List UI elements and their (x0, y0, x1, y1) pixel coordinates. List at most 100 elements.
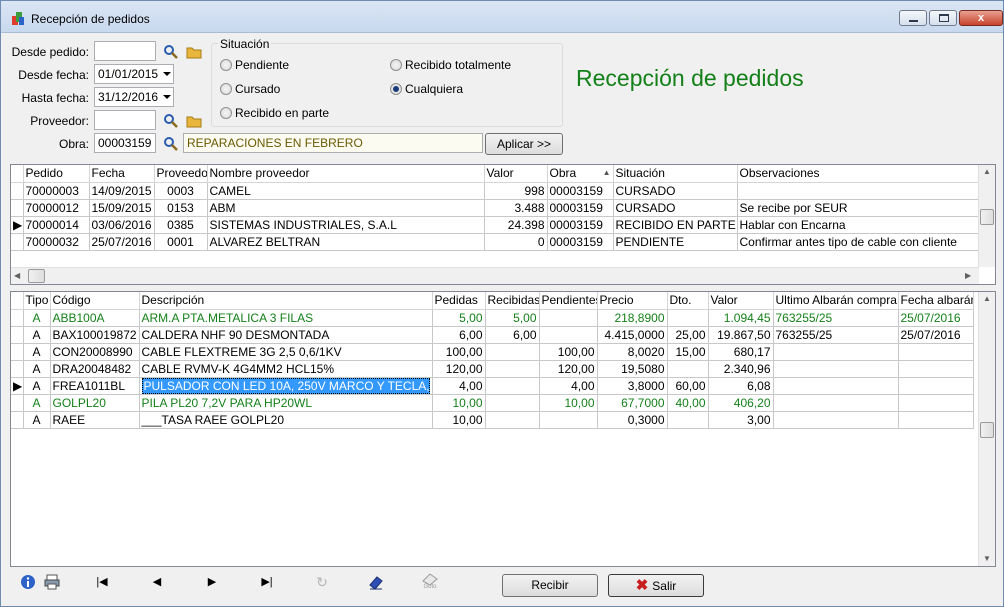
table-row[interactable]: A DRA20048482 CABLE RVMV-K 4G4MM2 HCL15%… (11, 360, 974, 378)
scroll-thumb[interactable] (980, 422, 994, 438)
lines-grid: Tipo Código Descripción Pedidas Recibida… (10, 291, 996, 567)
col-proveedor[interactable]: Proveedor (154, 165, 208, 183)
desde-pedido-input[interactable] (94, 41, 156, 61)
radio-recibido-parte[interactable]: Recibido en parte (220, 105, 329, 120)
search-icon[interactable] (163, 113, 179, 129)
radio-icon (390, 58, 402, 71)
goto-button[interactable]: Goto (420, 573, 440, 591)
hasta-fecha-label: Hasta fecha: (21, 91, 89, 105)
refresh-icon[interactable]: ↻ (313, 573, 331, 591)
desde-pedido-label: Desde pedido: (11, 45, 89, 59)
scroll-up-icon[interactable]: ▲ (983, 167, 991, 176)
radio-icon (220, 82, 232, 95)
obra-label: Obra: (58, 137, 89, 151)
folder-icon[interactable] (186, 44, 202, 60)
col-valor[interactable]: Valor (708, 292, 774, 310)
search-icon[interactable] (163, 44, 179, 60)
main-window: Recepción de pedidos x Desde pedido: Des… (0, 0, 1004, 607)
table-row[interactable]: 70000012 15/09/2015 0153 ABM 3.488 00003… (11, 199, 980, 217)
col-dto[interactable]: Dto. (667, 292, 709, 310)
col-obra[interactable]: Obra ▲ (547, 165, 614, 183)
selected-cell[interactable]: PULSADOR CON LED 10A, 250V MARCO Y TECLA… (139, 377, 433, 395)
title-bar: Recepción de pedidos x (1, 1, 1003, 33)
col-tipo[interactable]: Tipo (23, 292, 51, 310)
maximize-icon (939, 14, 949, 22)
scroll-right-icon[interactable]: ▶ (965, 271, 971, 280)
col-ultimo-albaran[interactable]: Ultimo Albarán compra (773, 292, 899, 310)
col-observaciones[interactable]: Observaciones (737, 165, 980, 183)
hasta-fecha-value: 31/12/2016 (98, 90, 159, 104)
col-codigo[interactable]: Código (50, 292, 140, 310)
minimize-button[interactable] (899, 10, 927, 26)
scroll-left-icon[interactable]: ◀ (14, 271, 20, 280)
radio-icon (220, 58, 232, 71)
radio-pendiente[interactable]: Pendiente (220, 57, 289, 72)
lines-vertical-scrollbar[interactable]: ▲ ▼ (978, 292, 995, 566)
proveedor-label: Proveedor: (30, 114, 89, 128)
eraser-icon[interactable] (367, 573, 385, 591)
radio-selected-icon (390, 82, 402, 95)
lines-table: Tipo Código Descripción Pedidas Recibida… (11, 292, 974, 429)
next-record-icon[interactable]: ▶ (203, 573, 221, 591)
orders-vertical-scrollbar[interactable]: ▲ (978, 165, 995, 267)
col-nombre-proveedor[interactable]: Nombre proveedor (207, 165, 485, 183)
col-situacion[interactable]: Situación (613, 165, 738, 183)
scroll-thumb[interactable] (28, 269, 45, 283)
col-recibidas[interactable]: Recibidas (485, 292, 540, 310)
search-icon[interactable] (163, 136, 179, 152)
obra-name-field: REPARACIONES EN FEBRERO (183, 133, 483, 153)
orders-table: Pedido Fecha Proveedor Nombre proveedor … (11, 165, 980, 251)
table-row-current[interactable]: ▶ A FREA1011BL PULSADOR CON LED 10A, 250… (11, 377, 974, 395)
table-row[interactable]: 70000032 25/07/2016 0001 ALVAREZ BELTRAN… (11, 233, 980, 251)
maximize-button[interactable] (929, 10, 957, 26)
proveedor-input[interactable] (94, 110, 156, 130)
radio-cualquiera[interactable]: Cualquiera (390, 81, 463, 96)
table-row[interactable]: A GOLPL20 PILA PL20 7,2V PARA HP20WL 10,… (11, 394, 974, 412)
table-row[interactable]: A ABB100A ARM.A PTA.METALICA 3 FILAS 5,0… (11, 309, 974, 327)
col-fecha[interactable]: Fecha (89, 165, 155, 183)
folder-icon[interactable] (186, 113, 202, 129)
orders-header-row: Pedido Fecha Proveedor Nombre proveedor … (11, 165, 980, 183)
scroll-thumb[interactable] (980, 209, 994, 225)
lines-header-row: Tipo Código Descripción Pedidas Recibida… (11, 292, 974, 310)
close-icon: ✖ (635, 576, 649, 594)
table-row-current[interactable]: ▶ 70000014 03/06/2016 0385 SISTEMAS INDU… (11, 216, 980, 234)
sort-up-icon: ▲ (602, 168, 611, 178)
current-row-icon: ▶ (11, 216, 24, 234)
col-valor[interactable]: Valor (484, 165, 548, 183)
radio-cursado[interactable]: Cursado (220, 81, 280, 96)
table-row[interactable]: A BAX100019872 CALDERA NHF 90 DESMONTADA… (11, 326, 974, 344)
current-row-icon: ▶ (11, 377, 24, 395)
close-button[interactable]: x (959, 10, 1003, 26)
col-pedido[interactable]: Pedido (23, 165, 90, 183)
desde-fecha-combo[interactable]: 01/01/2015 (94, 64, 174, 84)
scroll-down-icon[interactable]: ▼ (983, 554, 991, 563)
col-descripcion[interactable]: Descripción (139, 292, 433, 310)
print-icon[interactable] (43, 573, 61, 591)
col-fecha-albaran[interactable]: Fecha albarán (898, 292, 974, 310)
col-pendientes[interactable]: Pendientes (539, 292, 598, 310)
last-record-icon[interactable]: ▶| (258, 573, 276, 591)
radio-recibido-totalmente[interactable]: Recibido totalmente (390, 57, 511, 72)
close-icon: x (977, 12, 985, 24)
col-pedidas[interactable]: Pedidas (432, 292, 486, 310)
recibir-button[interactable]: Recibir (502, 574, 598, 597)
orders-horizontal-scrollbar[interactable]: ◀ ▶ (11, 267, 979, 284)
aplicar-button[interactable]: Aplicar >> (485, 133, 563, 155)
info-icon[interactable] (19, 573, 37, 591)
hasta-fecha-combo[interactable]: 31/12/2016 (94, 87, 174, 107)
obra-input[interactable]: 00003159 (94, 133, 156, 153)
table-row[interactable]: A CON20008990 CABLE FLEXTREME 3G 2,5 0,6… (11, 343, 974, 361)
scroll-up-icon[interactable]: ▲ (983, 294, 991, 303)
col-precio[interactable]: Precio (597, 292, 668, 310)
salir-button[interactable]: ✖ Salir (608, 574, 704, 597)
table-row[interactable]: 70000003 14/09/2015 0003 CAMEL 998 00003… (11, 182, 980, 200)
window-title: Recepción de pedidos (31, 12, 150, 26)
desde-fecha-value: 01/01/2015 (98, 67, 159, 81)
previous-record-icon[interactable]: ◀ (148, 573, 166, 591)
orders-grid: Pedido Fecha Proveedor Nombre proveedor … (10, 164, 996, 285)
row-indicator-header (11, 165, 24, 183)
table-row[interactable]: A RAEE ___TASA RAEE GOLPL20 10,00 0,3000… (11, 411, 974, 429)
app-icon (12, 12, 24, 25)
first-record-icon[interactable]: |◀ (93, 573, 111, 591)
